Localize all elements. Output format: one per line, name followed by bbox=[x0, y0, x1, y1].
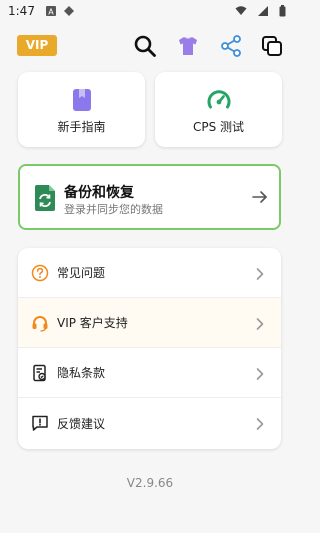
notification-a-icon: A bbox=[45, 5, 57, 17]
feedback-icon bbox=[31, 414, 49, 432]
question-icon bbox=[31, 264, 49, 282]
vip-badge[interactable]: VIP bbox=[17, 35, 57, 56]
chevron-right-icon bbox=[255, 316, 265, 330]
cps-test-label: CPS 测试 bbox=[192, 120, 245, 134]
status-time: 1:47 bbox=[8, 4, 35, 18]
speedometer-icon bbox=[207, 88, 231, 112]
cps-test-card[interactable]: CPS 测试 bbox=[155, 72, 282, 147]
backup-sync-icon bbox=[34, 184, 56, 212]
backup-subtitle: 登录并同步您的数据 bbox=[64, 203, 163, 216]
menu-item-faq[interactable]: 常见问题 bbox=[18, 248, 281, 298]
menu-item-privacy[interactable]: 隐私条款 bbox=[18, 348, 281, 398]
menu-item-feedback[interactable]: 反馈建议 bbox=[18, 398, 281, 448]
app-version: V2.9.66 bbox=[126, 476, 174, 490]
arrow-right-icon bbox=[251, 188, 269, 206]
notification-diamond-icon bbox=[63, 5, 75, 17]
chevron-right-icon bbox=[255, 416, 265, 430]
menu-item-vip-support[interactable]: VIP 客户支持 bbox=[18, 298, 281, 348]
status-bar: 1:47 A bbox=[0, 0, 300, 22]
menu-item-label: 反馈建议 bbox=[57, 416, 106, 431]
share-icon[interactable] bbox=[219, 34, 243, 58]
chevron-right-icon bbox=[255, 366, 265, 380]
bookmark-icon bbox=[70, 88, 94, 112]
toolbar: VIP bbox=[0, 30, 300, 62]
beginner-guide-card[interactable]: 新手指南 bbox=[18, 72, 145, 147]
headset-icon bbox=[31, 314, 49, 332]
settings-menu-list: 常见问题 VIP 客户支持 隐私条款 反馈建议 bbox=[18, 248, 281, 449]
beginner-guide-label: 新手指南 bbox=[57, 120, 106, 134]
copy-icon[interactable] bbox=[260, 34, 284, 58]
svg-text:A: A bbox=[48, 8, 54, 17]
wifi-icon bbox=[235, 5, 247, 17]
menu-item-label: VIP 客户支持 bbox=[57, 316, 128, 330]
shirt-icon[interactable] bbox=[176, 34, 200, 58]
chevron-right-icon bbox=[255, 266, 265, 280]
signal-icon bbox=[257, 5, 269, 17]
backup-title: 备份和恢复 bbox=[64, 185, 134, 201]
search-icon[interactable] bbox=[133, 34, 157, 58]
menu-item-label: 常见问题 bbox=[57, 266, 106, 280]
menu-item-label: 隐私条款 bbox=[57, 366, 106, 380]
battery-icon bbox=[279, 5, 286, 17]
backup-restore-card[interactable]: 备份和恢复 登录并同步您的数据 bbox=[18, 164, 281, 230]
privacy-doc-icon bbox=[31, 364, 49, 382]
